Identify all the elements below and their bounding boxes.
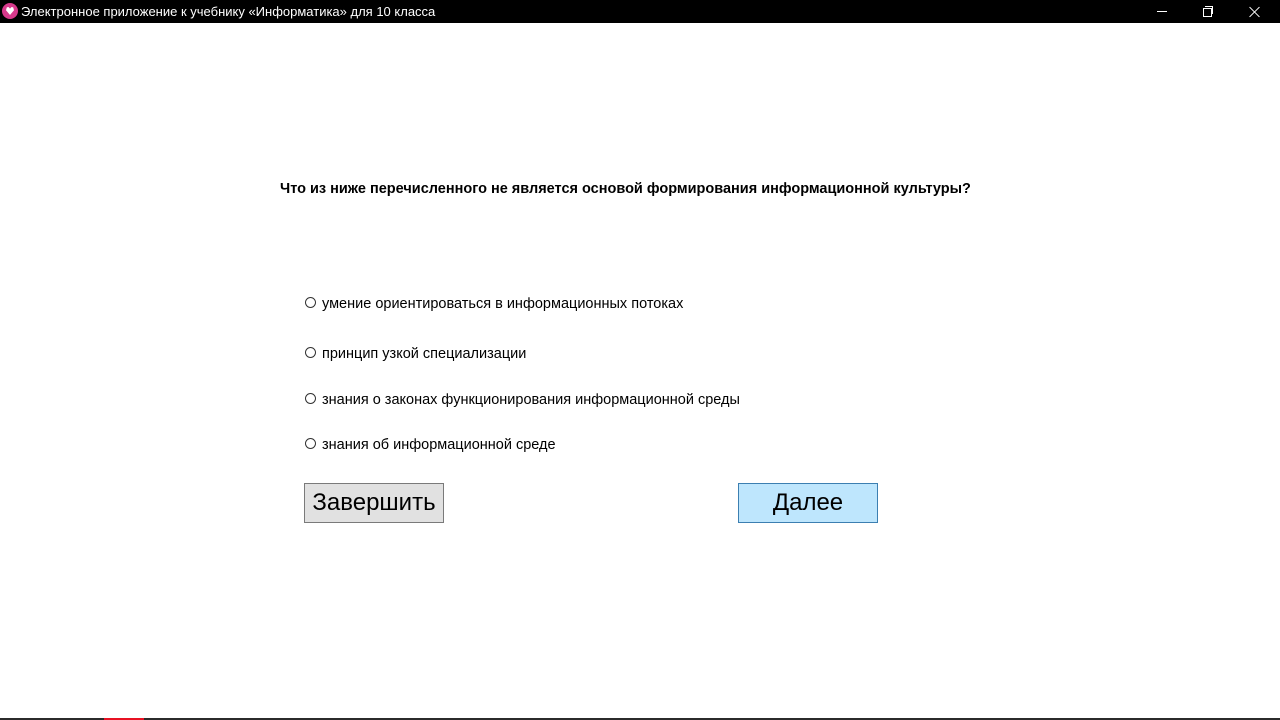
title-bar[interactable]: Электронное приложение к учебнику «Инфор… — [0, 0, 1280, 23]
minimize-button[interactable] — [1139, 0, 1185, 23]
question-text: Что из ниже перечисленного не является о… — [280, 181, 971, 197]
answer-option[interactable]: принцип узкой специализации — [305, 346, 526, 362]
restore-button[interactable] — [1185, 0, 1231, 23]
radio-button[interactable] — [305, 296, 316, 308]
radio-button[interactable] — [305, 437, 316, 449]
app-window: Электронное приложение к учебнику «Инфор… — [0, 0, 1280, 720]
answer-option[interactable]: знания об информационной среде — [305, 437, 556, 453]
answer-option[interactable]: умение ориентироваться в информационных … — [305, 296, 683, 312]
restore-icon — [1202, 6, 1214, 17]
radio-button[interactable] — [305, 346, 316, 358]
minimize-icon — [1157, 11, 1167, 12]
radio-button[interactable] — [305, 392, 316, 404]
answer-label[interactable]: знания об информационной среде — [322, 437, 556, 453]
close-button[interactable] — [1232, 0, 1278, 23]
finish-button[interactable]: Завершить — [304, 483, 444, 523]
answer-label[interactable]: знания о законах функционирования информ… — [322, 392, 740, 408]
heart-icon — [6, 7, 14, 15]
next-button[interactable]: Далее — [738, 483, 878, 523]
answer-option[interactable]: знания о законах функционирования информ… — [305, 392, 740, 408]
app-icon — [2, 3, 18, 19]
answer-label[interactable]: принцип узкой специализации — [322, 346, 526, 362]
answer-label[interactable]: умение ориентироваться в информационных … — [322, 296, 683, 312]
window-title: Электронное приложение к учебнику «Инфор… — [21, 4, 436, 19]
close-icon — [1249, 6, 1261, 18]
